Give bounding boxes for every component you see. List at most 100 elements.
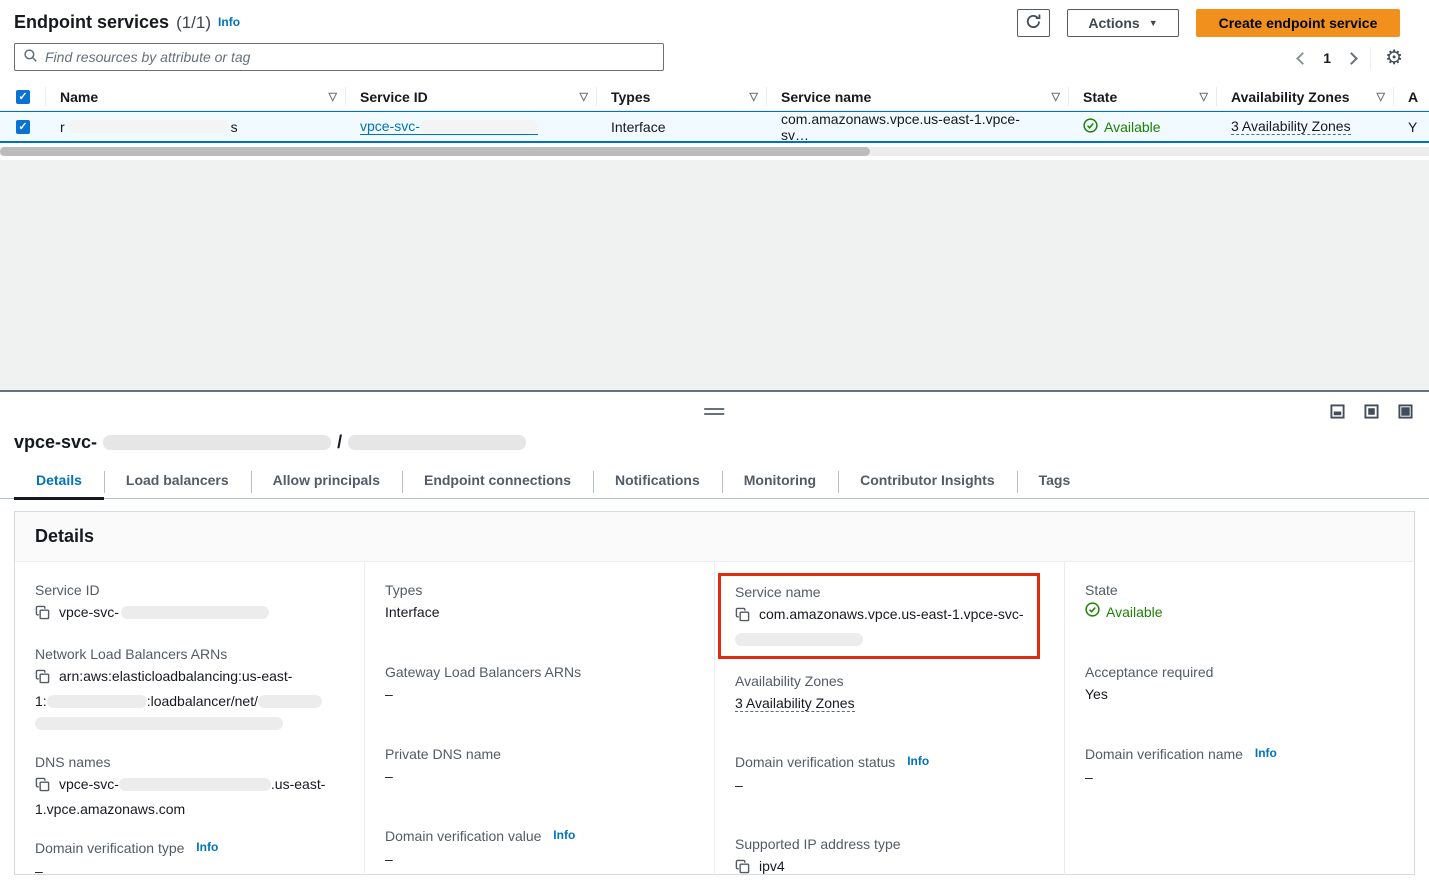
split-panel-title: vpce-svc- / (14, 432, 526, 453)
actions-button-label: Actions (1088, 15, 1139, 31)
gear-icon[interactable]: ⚙ (1385, 48, 1403, 68)
table-header-row: ✓ Name ▽ Service ID ▽ Types ▽ Service na… (0, 83, 1429, 111)
field-value: vpce-svc- (35, 601, 346, 626)
redacted-value (119, 778, 271, 791)
column-header-service-id[interactable]: Service ID ▽ (346, 83, 597, 110)
field-glb-arns: Gateway Load Balancers ARNs – (385, 661, 696, 705)
field-label: Private DNS name (385, 743, 696, 765)
split-panel-size-controls (1330, 404, 1413, 422)
nlb-arn-line2: 1: (35, 693, 47, 709)
tab-details[interactable]: Details (14, 470, 104, 498)
availability-zones-popover-trigger[interactable]: 3 Availability Zones (1231, 118, 1351, 135)
copy-icon[interactable] (735, 858, 750, 880)
column-label: Service name (781, 89, 871, 105)
field-value: Interface (385, 601, 696, 623)
sort-icon[interactable]: ▽ (329, 90, 337, 103)
field-label-text: Domain verification type (35, 840, 184, 856)
create-button-label: Create endpoint service (1219, 15, 1378, 31)
sort-icon[interactable]: ▽ (1200, 90, 1208, 103)
column-header-service-name[interactable]: Service name ▽ (767, 83, 1069, 110)
row-state-text: Available (1104, 119, 1161, 135)
redacted-value (735, 633, 863, 646)
tab-load-balancers[interactable]: Load balancers (104, 470, 251, 498)
previous-page-icon[interactable] (1296, 52, 1309, 65)
info-link[interactable]: Info (907, 754, 929, 768)
field-acceptance-required: Acceptance required Yes (1085, 661, 1396, 705)
content-background (0, 160, 1429, 392)
column-label: A (1408, 89, 1418, 105)
copy-icon[interactable] (35, 776, 50, 798)
search-input[interactable] (45, 49, 655, 65)
copy-icon[interactable] (35, 604, 50, 626)
sort-icon[interactable]: ▽ (750, 90, 758, 103)
tab-tags[interactable]: Tags (1017, 470, 1093, 498)
sort-icon[interactable]: ▽ (1052, 90, 1060, 103)
column-label: Availability Zones (1231, 89, 1350, 105)
copy-icon[interactable] (735, 606, 750, 628)
tab-allow-principals[interactable]: Allow principals (251, 470, 402, 498)
column-label: Types (611, 89, 650, 105)
search-box[interactable] (14, 43, 664, 71)
dns-name-line2: 1.vpce.amazonaws.com (35, 801, 185, 817)
redacted-service-id (420, 120, 538, 133)
panel-size-medium-icon[interactable] (1364, 404, 1379, 422)
tab-monitoring[interactable]: Monitoring (722, 470, 838, 498)
field-domain-verification-type: Domain verification type Info – (35, 837, 346, 882)
service-id-link[interactable]: vpce-svc- (360, 118, 538, 135)
refresh-icon (1025, 13, 1042, 33)
field-value: – (35, 860, 346, 882)
horizontal-scrollbar-track[interactable] (0, 147, 1429, 156)
split-panel-drag-handle-icon[interactable] (704, 408, 724, 415)
toolbar-buttons: Actions ▼ Create endpoint service (1017, 9, 1400, 37)
tab-contributor-insights[interactable]: Contributor Insights (838, 470, 1017, 498)
details-column-4: State Available Acceptance required Yes … (1064, 562, 1414, 875)
panel-size-large-icon[interactable] (1398, 404, 1413, 422)
state-value: Available (1106, 601, 1163, 623)
sort-icon[interactable]: ▽ (580, 90, 588, 103)
field-value: Yes (1085, 683, 1396, 705)
row-checkbox[interactable]: ✓ (16, 120, 30, 134)
state-available: Available (1083, 118, 1161, 136)
details-card-body: Service ID vpce-svc- Network Load Balanc… (15, 562, 1414, 875)
tab-notifications[interactable]: Notifications (593, 470, 722, 498)
tab-endpoint-connections[interactable]: Endpoint connections (402, 470, 593, 498)
toolbar: Endpoint services (1/1) Info Actions ▼ C… (0, 0, 1429, 40)
info-link[interactable]: Info (553, 828, 575, 842)
row-name-text: r (60, 119, 65, 135)
field-domain-verification-status: Domain verification status Info – (735, 751, 1046, 796)
panel-size-small-icon[interactable] (1330, 404, 1345, 422)
info-link[interactable]: Info (196, 840, 218, 854)
sort-icon[interactable]: ▽ (1377, 90, 1385, 103)
field-label-text: Domain verification status (735, 754, 895, 770)
info-link[interactable]: Info (1255, 746, 1277, 760)
field-label-text: Domain verification value (385, 828, 541, 844)
copy-icon[interactable] (35, 668, 50, 690)
actions-button[interactable]: Actions ▼ (1067, 9, 1179, 37)
field-label: Domain verification type Info (35, 837, 346, 860)
search-row: 1 ⚙ (0, 43, 1429, 73)
horizontal-scrollbar-thumb[interactable] (0, 147, 870, 156)
field-value: – (385, 848, 696, 870)
column-header-state[interactable]: State ▽ (1069, 83, 1217, 110)
pagination-divider (1370, 47, 1371, 69)
redacted-value (121, 606, 269, 619)
create-endpoint-service-button[interactable]: Create endpoint service (1196, 9, 1400, 37)
column-header-name[interactable]: Name ▽ (46, 83, 346, 110)
field-state: State Available (1085, 579, 1396, 623)
title-info-link[interactable]: Info (218, 15, 240, 29)
current-page[interactable]: 1 (1321, 50, 1333, 66)
tab-bar: Details Load balancers Allow principals … (0, 470, 1429, 499)
column-header-availability-zones[interactable]: Availability Zones ▽ (1217, 83, 1394, 110)
row-types-text: Interface (611, 119, 665, 135)
next-page-icon[interactable] (1345, 52, 1358, 65)
row-acceptance-text: Y (1408, 119, 1417, 135)
field-label: Domain verification status Info (735, 751, 1046, 774)
table-row[interactable]: ✓ r s vpce-svc- Interface com.amazonaws.… (0, 111, 1429, 143)
refresh-button[interactable] (1017, 9, 1050, 37)
column-header-acceptance-clipped[interactable]: A (1394, 83, 1429, 110)
column-header-types[interactable]: Types ▽ (597, 83, 767, 110)
availability-zones-popover-trigger[interactable]: 3 Availability Zones (735, 695, 855, 712)
select-all-checkbox[interactable]: ✓ (16, 90, 30, 104)
field-domain-verification-value: Domain verification value Info – (385, 825, 696, 870)
redacted-value (35, 717, 283, 730)
